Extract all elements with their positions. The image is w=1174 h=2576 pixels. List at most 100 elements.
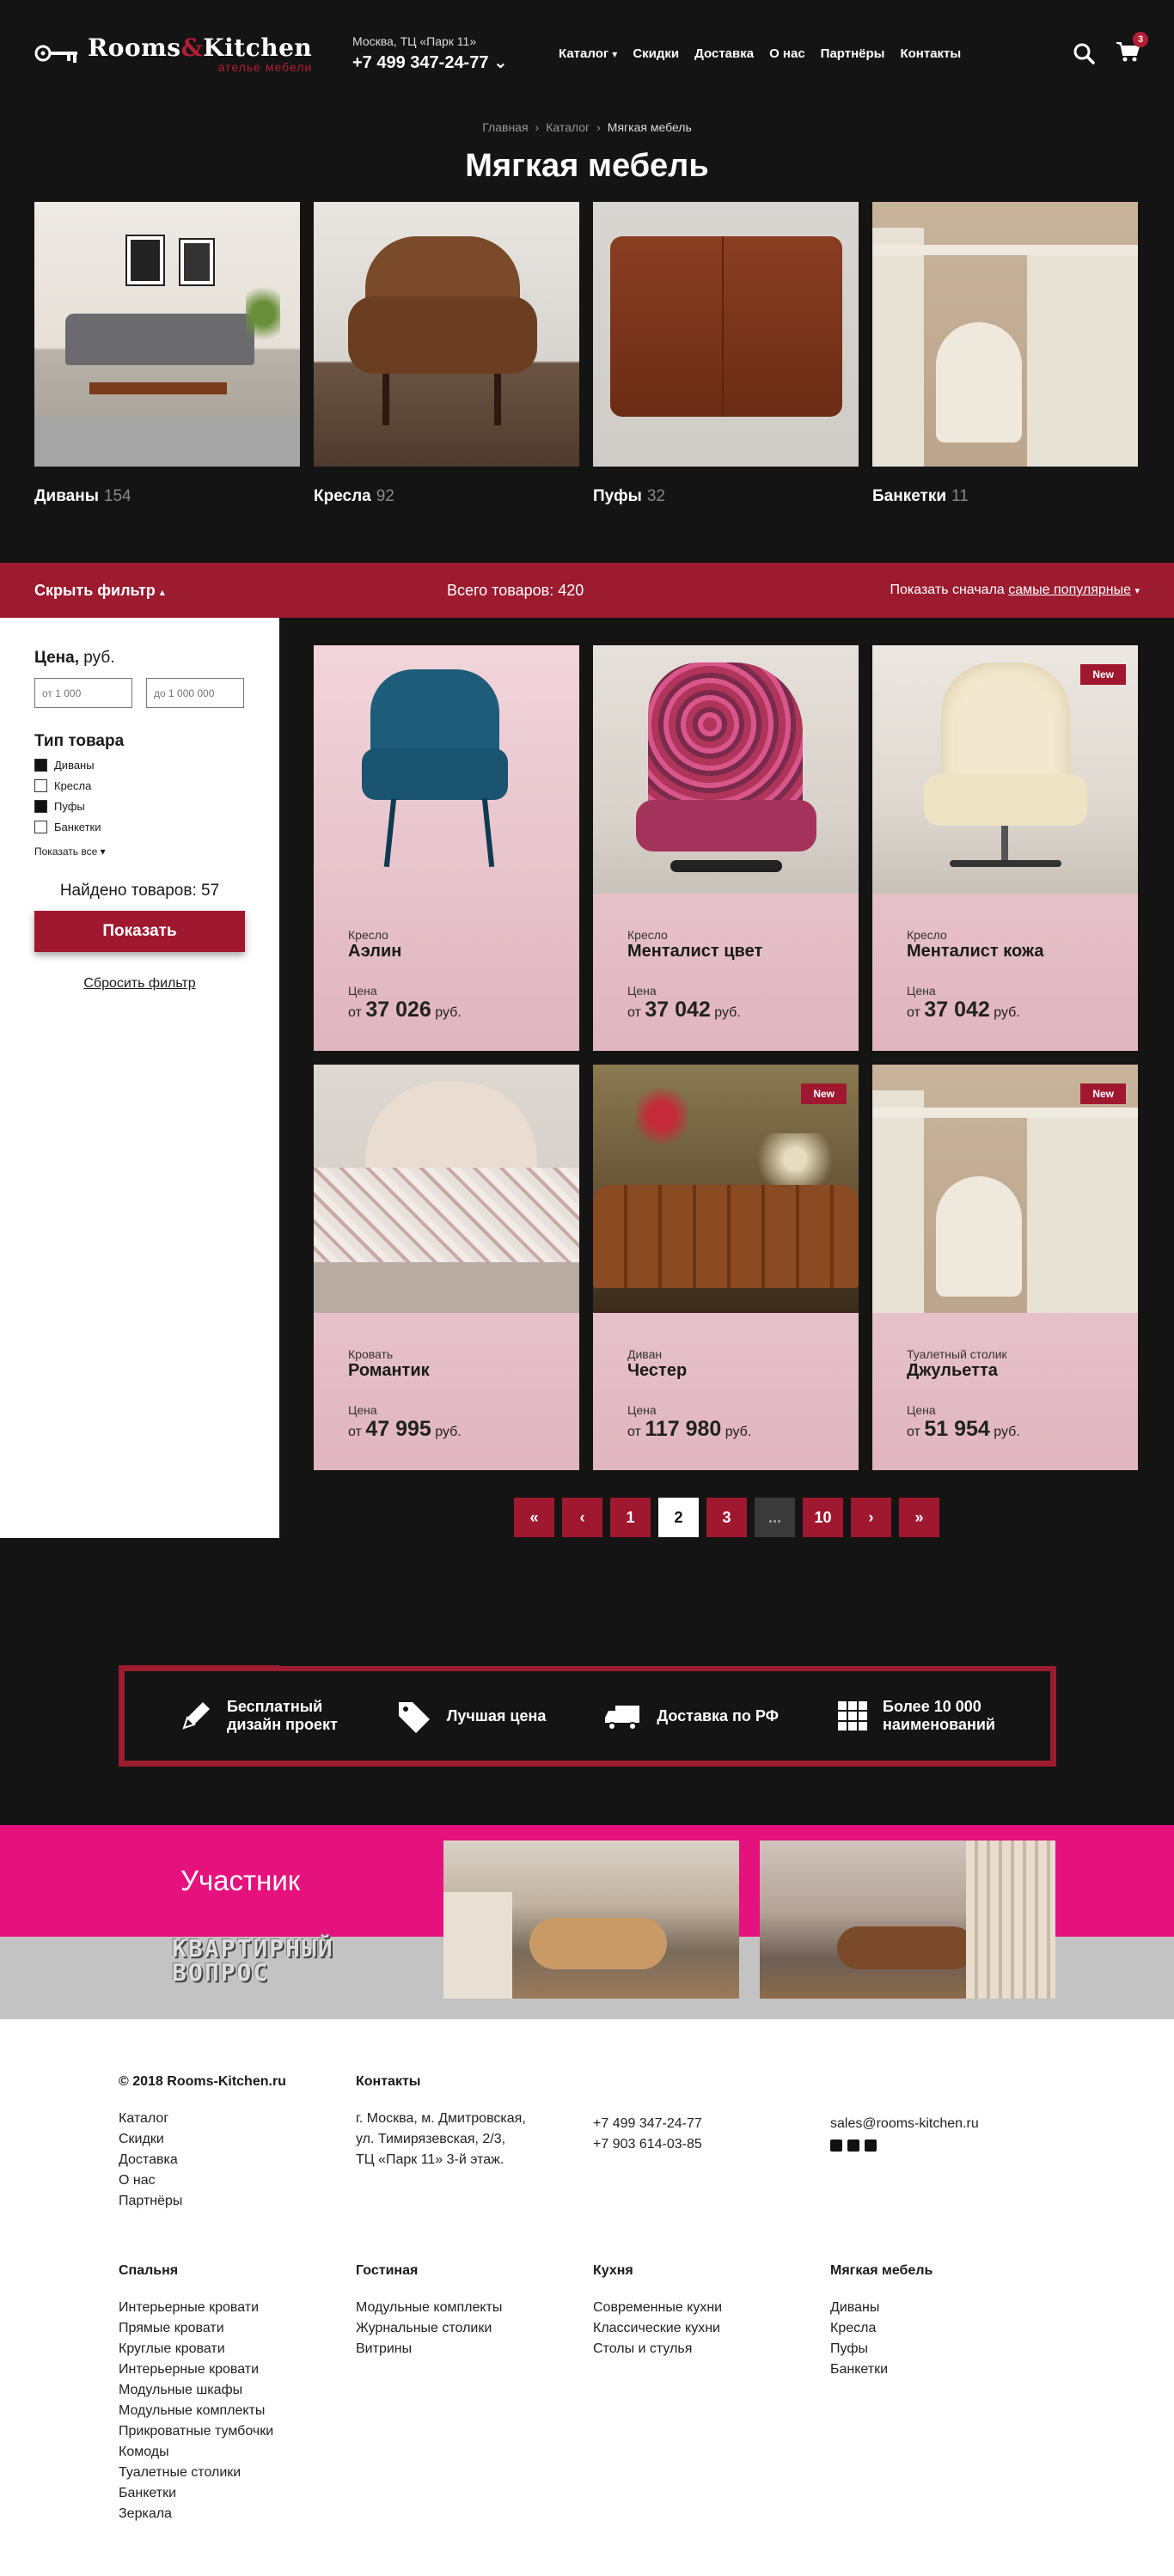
sort-value[interactable]: самые популярные — [1008, 583, 1131, 597]
type-option-benches[interactable]: Банкетки — [34, 821, 245, 833]
apply-filter-button[interactable]: Показать — [34, 911, 245, 952]
footer-link[interactable]: Модульные комплекты — [119, 2401, 356, 2421]
cart-button[interactable]: 3 — [1116, 31, 1148, 67]
nav-item-delivery[interactable]: Доставка — [694, 46, 754, 61]
product-card[interactable]: Кресло Аэлин Цена от 37 026 руб. — [314, 645, 579, 1051]
footer-link[interactable]: Пуфы — [830, 2339, 1067, 2359]
type-filter-title: Тип товара — [34, 732, 125, 750]
footer-link[interactable]: Прямые кровати — [119, 2318, 356, 2339]
product-card[interactable]: Кресло Менталист цвет Цена от 37 042 руб… — [593, 645, 859, 1051]
breadcrumb-home[interactable]: Главная — [482, 120, 528, 134]
type-option-sofas[interactable]: Диваны — [34, 759, 245, 772]
footer-link[interactable]: Интерьерные кровати — [119, 2298, 356, 2318]
product-card[interactable]: Кровать Романтик Цена от 47 995 руб. — [314, 1065, 579, 1470]
pencil-icon — [182, 1702, 210, 1730]
footer-link[interactable]: Скидки — [119, 2129, 356, 2150]
footer-link[interactable]: Диваны — [830, 2298, 1067, 2318]
footer-link[interactable]: Интерьерные кровати — [119, 2359, 356, 2380]
product-type: Диван — [627, 1347, 663, 1361]
site-footer: © 2018 Rooms-Kitchen.ru Каталог Скидки Д… — [0, 2019, 1174, 2576]
footer-link[interactable]: Современные кухни — [593, 2298, 830, 2318]
sort-control[interactable]: Показать сначала самые популярные ▾ — [890, 583, 1140, 598]
nav-item-contacts[interactable]: Контакты — [900, 46, 961, 61]
page-button[interactable]: 1 — [610, 1498, 651, 1537]
youtube-icon[interactable] — [847, 2140, 859, 2152]
product-price: от 37 042 руб. — [627, 998, 741, 1022]
footer-link[interactable]: Каталог — [119, 2109, 356, 2129]
facebook-icon[interactable] — [830, 2140, 842, 2152]
footer-phone[interactable]: +7 499 347-24-77 — [593, 2114, 830, 2134]
footer-link[interactable]: О нас — [119, 2170, 356, 2191]
category-tile-sofas[interactable]: Диваны 154 — [34, 202, 300, 537]
footer-link[interactable]: Круглые кровати — [119, 2339, 356, 2359]
page-next-button[interactable]: › — [851, 1498, 891, 1537]
footer-phone[interactable]: +7 903 614-03-85 — [593, 2134, 830, 2155]
chevron-down-icon: ▾ — [612, 47, 618, 60]
checkbox[interactable] — [34, 759, 47, 772]
page-first-button[interactable]: « — [514, 1498, 554, 1537]
footer-link[interactable]: Модульные комплекты — [356, 2298, 593, 2318]
footer-link[interactable]: Модульные шкафы — [119, 2380, 356, 2401]
page-button[interactable]: 10 — [803, 1498, 843, 1537]
checkbox[interactable] — [34, 821, 47, 833]
nav-item-about[interactable]: О нас — [769, 46, 805, 61]
breadcrumb-catalog[interactable]: Каталог — [546, 120, 590, 134]
product-card[interactable]: New Кресло Менталист кожа Цена от 37 042… — [872, 645, 1138, 1051]
footer-address-line: ТЦ «Парк 11» 3-й этаж. — [356, 2152, 504, 2167]
footer-link[interactable]: Классические кухни — [593, 2318, 830, 2339]
footer-link[interactable]: Кресла — [830, 2318, 1067, 2339]
partner-banner[interactable]: Участник КВАРТИРНЫЙ ВОПРОС — [0, 1825, 1174, 2019]
footer-link[interactable]: Столы и стулья — [593, 2339, 830, 2359]
main-nav: Каталог ▾ Скидки Доставка О нас Партнёры… — [559, 46, 961, 61]
product-image — [314, 645, 579, 894]
nav-item-catalog[interactable]: Каталог ▾ — [559, 46, 617, 61]
checkbox[interactable] — [34, 779, 47, 792]
footer-copyright: © 2018 Rooms-Kitchen.ru — [119, 2074, 286, 2089]
footer-link[interactable]: Банкетки — [830, 2359, 1067, 2380]
footer-link[interactable]: Банкетки — [119, 2483, 356, 2504]
twitter-icon[interactable] — [865, 2140, 877, 2152]
page-last-button[interactable]: » — [899, 1498, 939, 1537]
checkbox[interactable] — [34, 800, 47, 813]
product-card[interactable]: New Туалетный столик Джульетта Цена от 5… — [872, 1065, 1138, 1470]
footer-link[interactable]: Комоды — [119, 2442, 356, 2463]
toggle-filter-button[interactable]: Скрыть фильтр ▴ — [34, 582, 447, 600]
nav-item-discounts[interactable]: Скидки — [633, 46, 679, 61]
product-name: Романтик — [348, 1361, 430, 1380]
search-icon[interactable] — [1073, 42, 1095, 64]
price-to-input[interactable] — [146, 678, 244, 708]
type-option-armchairs[interactable]: Кресла — [34, 779, 245, 792]
nav-item-partners[interactable]: Партнёры — [821, 46, 885, 61]
footer-link[interactable]: Доставка — [119, 2150, 356, 2170]
banner-photo-1 — [443, 1840, 739, 1999]
page-button-current[interactable]: 2 — [658, 1498, 699, 1537]
page-prev-button[interactable]: ‹ — [562, 1498, 602, 1537]
feature-item: Доставка по РФ — [603, 1699, 779, 1733]
product-image — [593, 645, 859, 894]
price-from-input[interactable] — [34, 678, 132, 708]
footer-link[interactable]: Туалетные столики — [119, 2463, 356, 2483]
footer-link[interactable]: Зеркала — [119, 2504, 356, 2524]
price-filter-title: Цена, руб. — [34, 649, 115, 667]
show-all-types-link[interactable]: Показать все ▾ — [34, 845, 245, 858]
footer-link[interactable]: Прикроватные тумбочки — [119, 2421, 356, 2442]
product-card[interactable]: New Диван Честер Цена от 117 980 руб. — [593, 1065, 859, 1470]
top-section: Rooms&Kitchen ателье мебели Москва, ТЦ «… — [0, 0, 1174, 563]
reset-filter-link[interactable]: Сбросить фильтр — [34, 976, 245, 992]
logo[interactable]: Rooms&Kitchen ателье мебели — [34, 34, 352, 74]
feature-item: Лучшая цена — [395, 1699, 546, 1733]
header-phone[interactable]: +7 499 347-24-77 ⌄ — [352, 52, 550, 73]
feature-item: Бесплатный дизайн проект — [179, 1698, 338, 1734]
page-button[interactable]: 3 — [706, 1498, 747, 1537]
footer-email[interactable]: sales@rooms-kitchen.ru — [830, 2114, 1067, 2134]
footer-link[interactable]: Партнёры — [119, 2191, 356, 2212]
footer-link[interactable]: Журнальные столики — [356, 2318, 593, 2339]
category-tile-armchairs[interactable]: Кресла 92 — [314, 202, 579, 537]
category-tile-poufs[interactable]: Пуфы 32 — [593, 202, 859, 537]
logo-word-2: Kitchen — [203, 33, 313, 62]
chevron-down-icon: ▾ — [1134, 586, 1140, 596]
header-contact: Москва, ТЦ «Парк 11» +7 499 347-24-77 ⌄ — [352, 34, 550, 73]
type-option-poufs[interactable]: Пуфы — [34, 800, 245, 813]
footer-link[interactable]: Витрины — [356, 2339, 593, 2359]
category-tile-benches[interactable]: Банкетки 11 — [872, 202, 1138, 537]
